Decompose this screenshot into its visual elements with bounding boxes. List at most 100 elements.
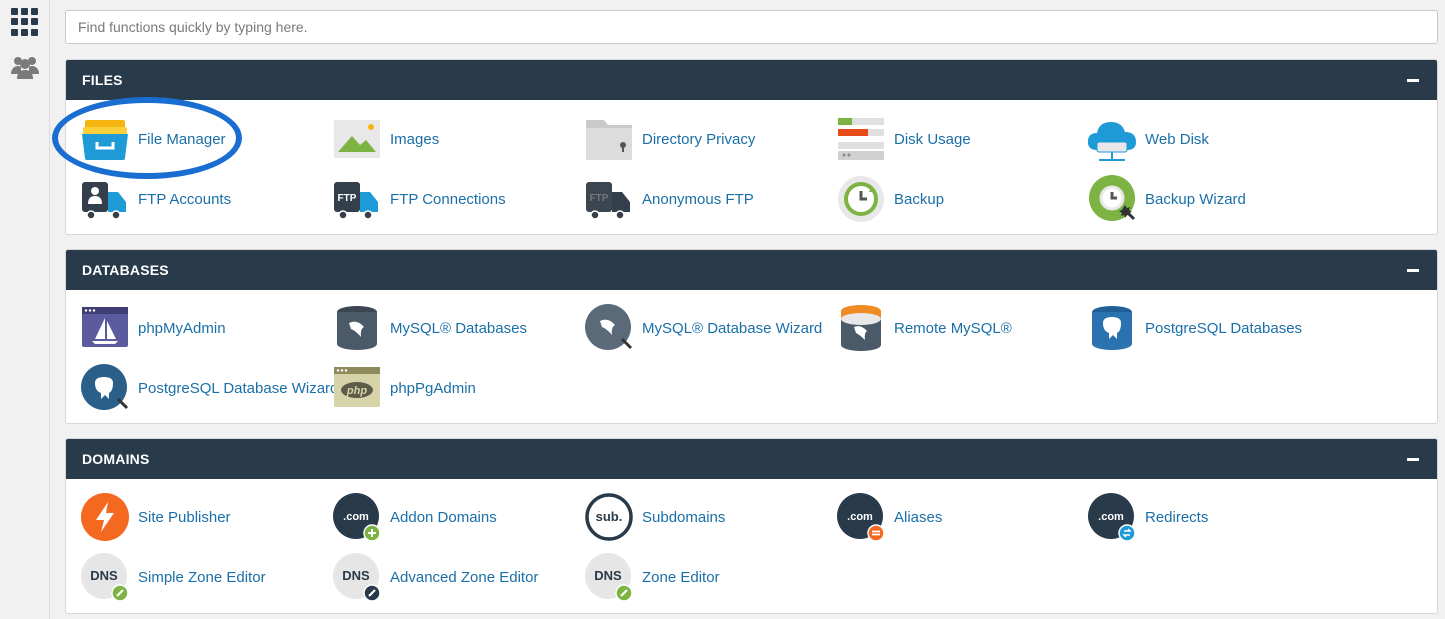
svg-text:.com: .com	[847, 511, 873, 523]
item-label: Subdomains	[642, 508, 726, 526]
item-label: Simple Zone Editor	[138, 568, 266, 586]
users-icon[interactable]	[10, 52, 40, 82]
phpmyadmin-icon	[80, 303, 130, 353]
postgresql-databases-icon	[1087, 303, 1137, 353]
item-web-disk[interactable]: Web Disk	[1087, 114, 1209, 164]
item-label: phpPgAdmin	[390, 379, 476, 397]
ftp-accounts-icon	[80, 174, 130, 224]
item-postgresql-wizard[interactable]: PostgreSQL Database Wizard	[80, 363, 338, 413]
item-label: Images	[390, 130, 440, 148]
item-label: Advanced Zone Editor	[390, 568, 539, 586]
panel-title: DATABASES	[82, 262, 169, 278]
item-addon-domains[interactable]: .com Addon Domains	[332, 492, 497, 542]
files-panel-header[interactable]: FILES	[66, 60, 1437, 100]
domains-panel: DOMAINS Site Publisher .com Addon Domain…	[65, 438, 1438, 614]
item-label: phpMyAdmin	[138, 319, 226, 337]
item-label: File Manager	[138, 130, 226, 148]
item-label: Aliases	[894, 508, 943, 526]
databases-panel: DATABASES phpMyAdmin MySQL® Databases My…	[65, 249, 1438, 424]
directory-privacy-icon	[584, 114, 634, 164]
item-label: Web Disk	[1145, 130, 1209, 148]
item-phppgadmin[interactable]: php phpPgAdmin	[332, 363, 476, 413]
item-label: Backup	[894, 190, 945, 208]
item-backup-wizard[interactable]: Backup Wizard	[1087, 174, 1246, 224]
item-label: Addon Domains	[390, 508, 497, 526]
subdomains-icon: sub.	[584, 492, 634, 542]
item-label: Directory Privacy	[642, 130, 756, 148]
file-manager-icon	[80, 114, 130, 164]
simple-zone-editor-icon: DNS	[80, 552, 130, 602]
item-label: Remote MySQL®	[894, 319, 1012, 337]
svg-text:DNS: DNS	[90, 568, 118, 583]
svg-text:DNS: DNS	[594, 568, 622, 583]
item-ftp-connections[interactable]: FTP FTP Connections	[332, 174, 506, 224]
item-label: FTP Accounts	[138, 190, 232, 208]
item-redirects[interactable]: .com Redirects	[1087, 492, 1208, 542]
item-phpmyadmin[interactable]: phpMyAdmin	[80, 303, 226, 353]
item-images[interactable]: Images	[332, 114, 439, 164]
item-remote-mysql[interactable]: Remote MySQL®	[836, 303, 1012, 353]
item-mysql-databases[interactable]: MySQL® Databases	[332, 303, 527, 353]
svg-text:FTP: FTP	[590, 193, 609, 204]
backup-icon	[836, 174, 886, 224]
addon-domains-icon: .com	[332, 492, 382, 542]
site-publisher-icon	[80, 492, 130, 542]
svg-text:.com: .com	[1098, 511, 1124, 523]
web-disk-icon	[1087, 114, 1137, 164]
postgresql-wizard-icon	[80, 363, 130, 413]
anonymous-ftp-icon: FTP	[584, 174, 634, 224]
advanced-zone-editor-icon: DNS	[332, 552, 382, 602]
ftp-connections-icon: FTP	[332, 174, 382, 224]
item-aliases[interactable]: .com Aliases	[836, 492, 942, 542]
item-label: MySQL® Database Wizard	[642, 319, 823, 337]
mysql-database-wizard-icon	[584, 303, 634, 353]
item-simple-zone-editor[interactable]: DNS Simple Zone Editor	[80, 552, 266, 602]
item-subdomains[interactable]: sub. Subdomains	[584, 492, 725, 542]
remote-mysql-icon	[836, 303, 886, 353]
item-file-manager[interactable]: File Manager	[80, 114, 226, 164]
item-advanced-zone-editor[interactable]: DNS Advanced Zone Editor	[332, 552, 538, 602]
item-label: Redirects	[1145, 508, 1209, 526]
collapse-icon[interactable]	[1407, 78, 1419, 82]
collapse-icon[interactable]	[1407, 268, 1419, 272]
apps-grid-icon[interactable]	[10, 7, 40, 37]
item-site-publisher[interactable]: Site Publisher	[80, 492, 231, 542]
item-label: PostgreSQL Database Wizard	[138, 379, 339, 397]
domains-panel-header[interactable]: DOMAINS	[66, 439, 1437, 479]
phppgadmin-icon: php	[332, 363, 382, 413]
item-label: Disk Usage	[894, 130, 971, 148]
item-label: Zone Editor	[642, 568, 720, 586]
mysql-databases-icon	[332, 303, 382, 353]
svg-text:.com: .com	[343, 511, 369, 523]
item-anonymous-ftp[interactable]: FTP Anonymous FTP	[584, 174, 754, 224]
item-label: Anonymous FTP	[642, 190, 754, 208]
svg-text:php: php	[346, 385, 367, 397]
collapse-icon[interactable]	[1407, 457, 1419, 461]
item-disk-usage[interactable]: Disk Usage	[836, 114, 971, 164]
redirects-icon: .com	[1087, 492, 1137, 542]
svg-text:DNS: DNS	[342, 568, 370, 583]
item-directory-privacy[interactable]: Directory Privacy	[584, 114, 755, 164]
aliases-icon: .com	[836, 492, 886, 542]
svg-text:FTP: FTP	[338, 193, 357, 204]
item-label: MySQL® Databases	[390, 319, 527, 337]
databases-panel-header[interactable]: DATABASES	[66, 250, 1437, 290]
zone-editor-icon: DNS	[584, 552, 634, 602]
search-input[interactable]	[65, 10, 1438, 44]
item-label: Backup Wizard	[1145, 190, 1246, 208]
item-ftp-accounts[interactable]: FTP Accounts	[80, 174, 231, 224]
item-backup[interactable]: Backup	[836, 174, 944, 224]
item-label: FTP Connections	[390, 190, 506, 208]
item-zone-editor[interactable]: DNS Zone Editor	[584, 552, 720, 602]
backup-wizard-icon	[1087, 174, 1137, 224]
item-label: PostgreSQL Databases	[1145, 319, 1303, 337]
files-panel: FILES File Manager Images Directory Priv…	[65, 59, 1438, 235]
left-sidebar	[0, 0, 50, 619]
item-mysql-database-wizard[interactable]: MySQL® Database Wizard	[584, 303, 822, 353]
item-postgresql-databases[interactable]: PostgreSQL Databases	[1087, 303, 1302, 353]
svg-text:sub.: sub.	[596, 509, 623, 524]
disk-usage-icon	[836, 114, 886, 164]
panel-title: FILES	[82, 72, 123, 88]
panel-title: DOMAINS	[82, 451, 150, 467]
images-icon	[332, 114, 382, 164]
